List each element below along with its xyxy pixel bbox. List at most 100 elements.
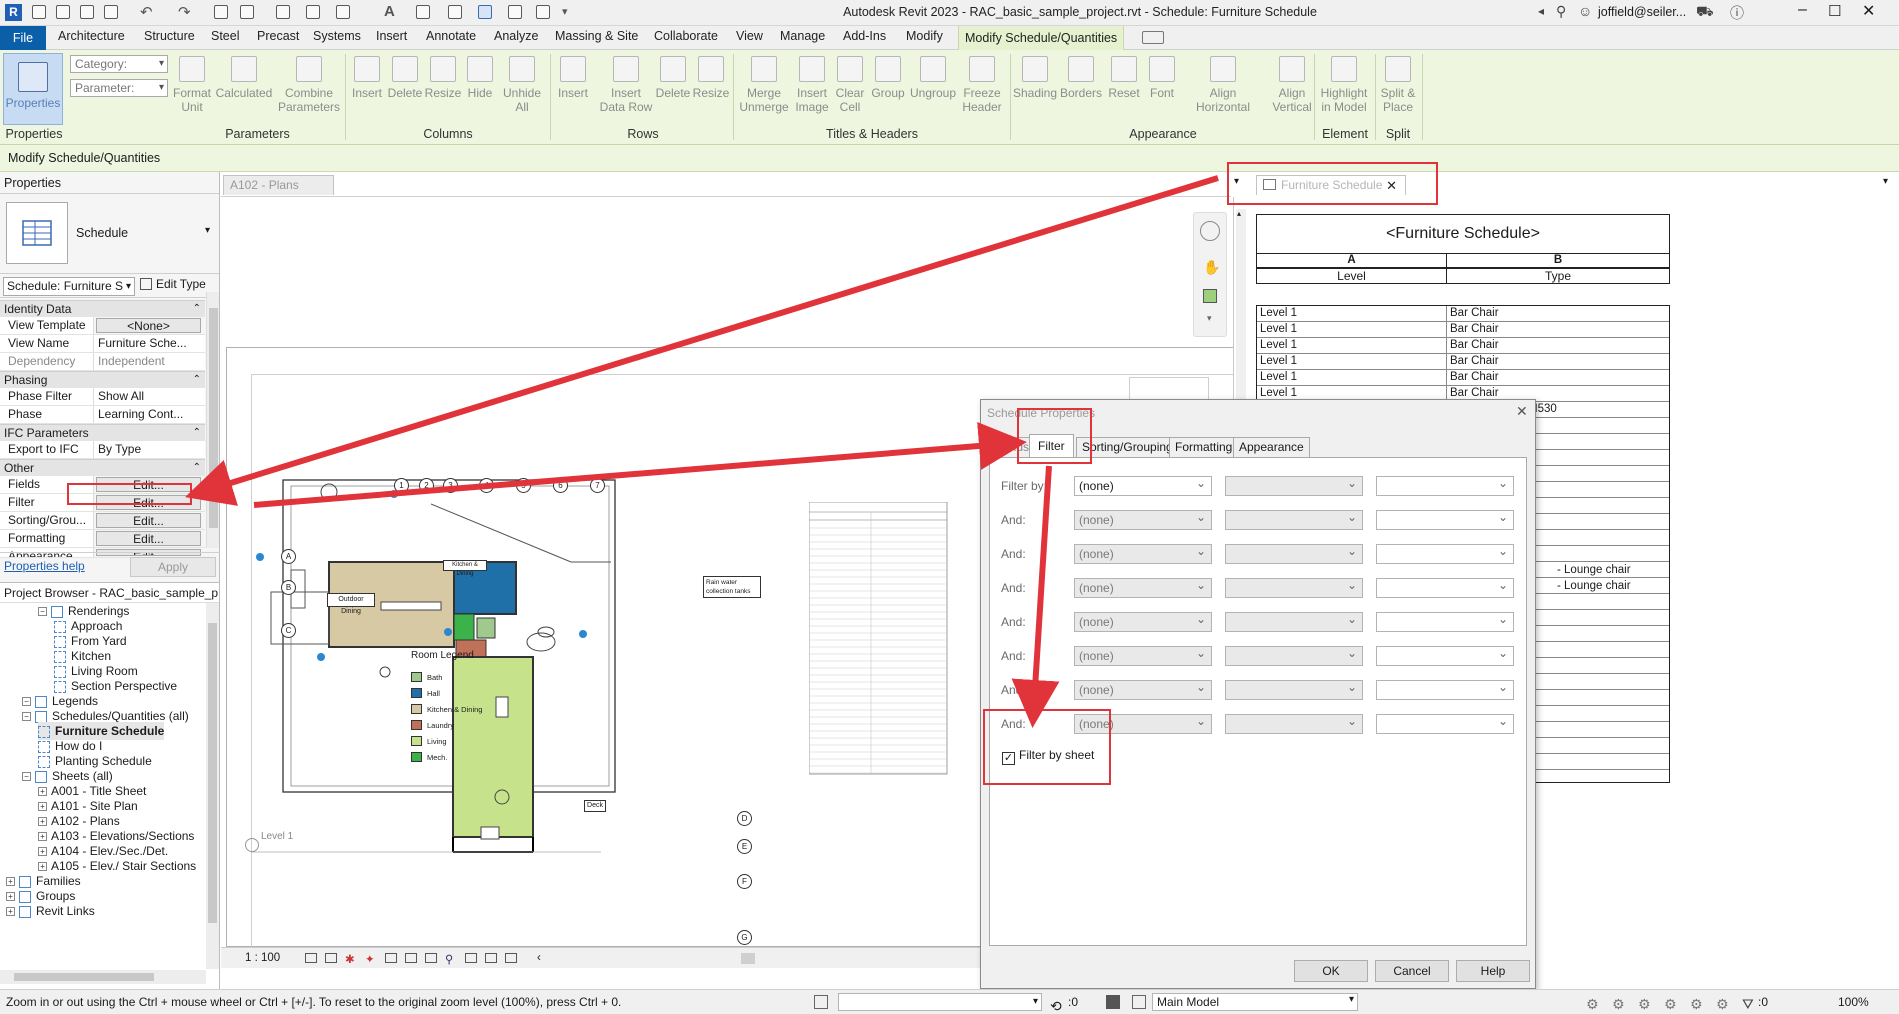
grid-bubble[interactable]: 6 bbox=[553, 478, 568, 493]
tab-manage[interactable]: Manage bbox=[780, 29, 825, 43]
browser-hscrollbar[interactable] bbox=[0, 970, 206, 984]
cell-type[interactable]: Bar Chair bbox=[1447, 370, 1669, 385]
grid-bubble[interactable]: 5 bbox=[516, 478, 531, 493]
filter-operator-select[interactable] bbox=[1225, 644, 1363, 666]
select-pinned-icon[interactable]: ⚙ bbox=[1638, 992, 1651, 1014]
ok-button[interactable]: OK bbox=[1294, 960, 1368, 982]
room-tag-outdoor[interactable]: Outdoor Dining bbox=[327, 593, 375, 615]
expand-icon[interactable]: + bbox=[38, 817, 47, 827]
scrollbar-thumb[interactable] bbox=[209, 308, 218, 528]
measure-icon[interactable] bbox=[240, 5, 254, 19]
filter-value-select[interactable] bbox=[1376, 542, 1514, 564]
cell-type[interactable]: Bar Chair bbox=[1447, 338, 1669, 353]
filter-value-select[interactable] bbox=[1376, 644, 1514, 666]
horizontal-scroll-thumb[interactable] bbox=[741, 953, 755, 964]
ungroup-button[interactable]: Ungroup bbox=[908, 56, 958, 100]
drag-elements-icon[interactable]: ⚙ bbox=[1690, 992, 1703, 1014]
cell-type[interactable]: Bar Chair bbox=[1447, 322, 1669, 337]
steering-wheel-icon[interactable] bbox=[1200, 221, 1220, 241]
shadows-icon[interactable]: ✦ bbox=[365, 950, 375, 970]
type-selector[interactable]: Schedule ▾ bbox=[0, 194, 219, 274]
sun-path-icon[interactable]: ✱ bbox=[345, 950, 355, 970]
insert-data-row-button[interactable]: Insert Data Row bbox=[595, 56, 657, 114]
cart-icon[interactable]: ⛟ bbox=[1696, 3, 1714, 22]
tab-steel[interactable]: Steel bbox=[211, 29, 240, 43]
expand-icon[interactable]: + bbox=[38, 787, 47, 797]
tab-insert[interactable]: Insert bbox=[376, 29, 407, 43]
grid-bubble[interactable]: B bbox=[281, 580, 296, 595]
table-row[interactable]: Level 1 Bar Chair bbox=[1257, 338, 1669, 354]
crop-view-icon[interactable] bbox=[385, 953, 397, 963]
tab-file[interactable]: File bbox=[0, 26, 46, 50]
filter-value-select[interactable] bbox=[1376, 508, 1514, 530]
chevron-down-icon[interactable]: ▾ bbox=[205, 225, 210, 236]
column-resize-button[interactable]: Resize bbox=[424, 56, 462, 100]
close-icon[interactable]: ✕ bbox=[1862, 1, 1875, 21]
3d-view-icon[interactable] bbox=[416, 5, 430, 19]
room-tag-kitchen[interactable]: Kitchen & Dining bbox=[443, 560, 487, 577]
filter-operator-select[interactable] bbox=[1225, 576, 1363, 598]
table-row[interactable]: Level 1 Bar Chair bbox=[1257, 322, 1669, 338]
filter-edit-button[interactable]: Edit... bbox=[96, 495, 201, 510]
detail-level-icon[interactable] bbox=[305, 953, 317, 963]
row-delete-button[interactable]: Delete bbox=[654, 56, 692, 100]
grid-bubble[interactable]: E bbox=[737, 839, 752, 854]
revit-logo[interactable]: R bbox=[5, 4, 22, 21]
filter-field-select[interactable]: (none) bbox=[1074, 610, 1212, 632]
worksets-icon[interactable] bbox=[814, 995, 828, 1009]
tab-structure[interactable]: Structure bbox=[144, 29, 195, 43]
tab-modify-schedule-quantities[interactable]: Modify Schedule/Quantities bbox=[958, 26, 1125, 50]
grid-bubble[interactable]: 3 bbox=[443, 478, 458, 493]
user-icon[interactable]: ☺ bbox=[1578, 3, 1592, 19]
dialog-tab-filter[interactable]: Filter bbox=[1029, 434, 1074, 458]
calculated-button[interactable]: Calculated bbox=[214, 56, 274, 100]
tab-systems[interactable]: Systems bbox=[313, 29, 361, 43]
section-identity-data[interactable]: Identity Data ⌃ bbox=[0, 300, 205, 317]
minimize-icon[interactable]: – bbox=[1798, 1, 1807, 19]
floor-plan-drawing[interactable] bbox=[241, 442, 801, 922]
filter-field-select[interactable]: (none) bbox=[1074, 644, 1212, 666]
tab-add-ins[interactable]: Add-Ins bbox=[843, 29, 886, 43]
expand-icon[interactable]: + bbox=[38, 847, 47, 857]
cell-type[interactable]: Bar Chair bbox=[1447, 306, 1669, 321]
hide-isolate-icon[interactable]: ⚲ bbox=[445, 950, 453, 970]
grid-bubble[interactable]: 7 bbox=[590, 478, 605, 493]
sheet-schedule-preview[interactable] bbox=[809, 502, 949, 782]
view-scale[interactable]: 1 : 100 bbox=[245, 948, 280, 968]
properties-scrollbar[interactable] bbox=[206, 292, 219, 548]
grid-bubble[interactable]: C bbox=[281, 623, 296, 638]
clear-cell-button[interactable]: Clear Cell bbox=[832, 56, 868, 114]
filter-operator-select[interactable] bbox=[1225, 678, 1363, 700]
close-tab-icon[interactable]: ✕ bbox=[1386, 176, 1397, 195]
help-button[interactable]: Help bbox=[1456, 960, 1530, 982]
doc-tab-furniture-schedule[interactable]: Furniture Schedule ✕ bbox=[1256, 175, 1406, 195]
reset-button[interactable]: Reset bbox=[1104, 56, 1144, 100]
freeze-header-button[interactable]: Freeze Header bbox=[958, 56, 1006, 114]
category-select[interactable]: Category: ▾ bbox=[70, 55, 168, 73]
worksets-select[interactable]: ▾ bbox=[838, 993, 1042, 1011]
rainwater-tag[interactable]: Rain water collection tanks bbox=[703, 576, 761, 598]
borders-button[interactable]: Borders bbox=[1058, 56, 1104, 100]
expand-icon[interactable]: + bbox=[6, 877, 15, 887]
filter-operator-select[interactable] bbox=[1225, 542, 1363, 564]
instance-select[interactable]: Schedule: Furniture S ▾ bbox=[3, 277, 135, 296]
binoculars-icon[interactable]: ⚲ bbox=[1556, 3, 1566, 20]
visual-style-icon[interactable] bbox=[325, 953, 337, 963]
filter-operator-select[interactable] bbox=[1225, 712, 1363, 734]
column-hide-button[interactable]: Hide bbox=[462, 56, 498, 100]
switch-windows-icon[interactable] bbox=[536, 5, 550, 19]
temp-properties-icon[interactable] bbox=[485, 953, 497, 963]
expand-icon[interactable]: + bbox=[38, 862, 47, 872]
tab-analyze[interactable]: Analyze bbox=[494, 29, 538, 43]
filter-operator-select[interactable] bbox=[1225, 474, 1363, 496]
help-icon[interactable]: ⓘ bbox=[1730, 3, 1744, 23]
grid-bubble[interactable]: D bbox=[737, 811, 752, 826]
expand-icon[interactable]: − bbox=[22, 712, 31, 722]
lock-view-icon[interactable] bbox=[425, 953, 437, 963]
model-icon[interactable] bbox=[1132, 995, 1146, 1009]
shading-button[interactable]: Shading bbox=[1012, 56, 1058, 100]
header-level[interactable]: Level bbox=[1257, 269, 1447, 283]
fields-edit-button[interactable]: Edit... bbox=[96, 477, 201, 492]
expand-icon[interactable]: + bbox=[6, 907, 15, 917]
dialog-tab-formatting[interactable]: Formatting bbox=[1169, 437, 1239, 457]
